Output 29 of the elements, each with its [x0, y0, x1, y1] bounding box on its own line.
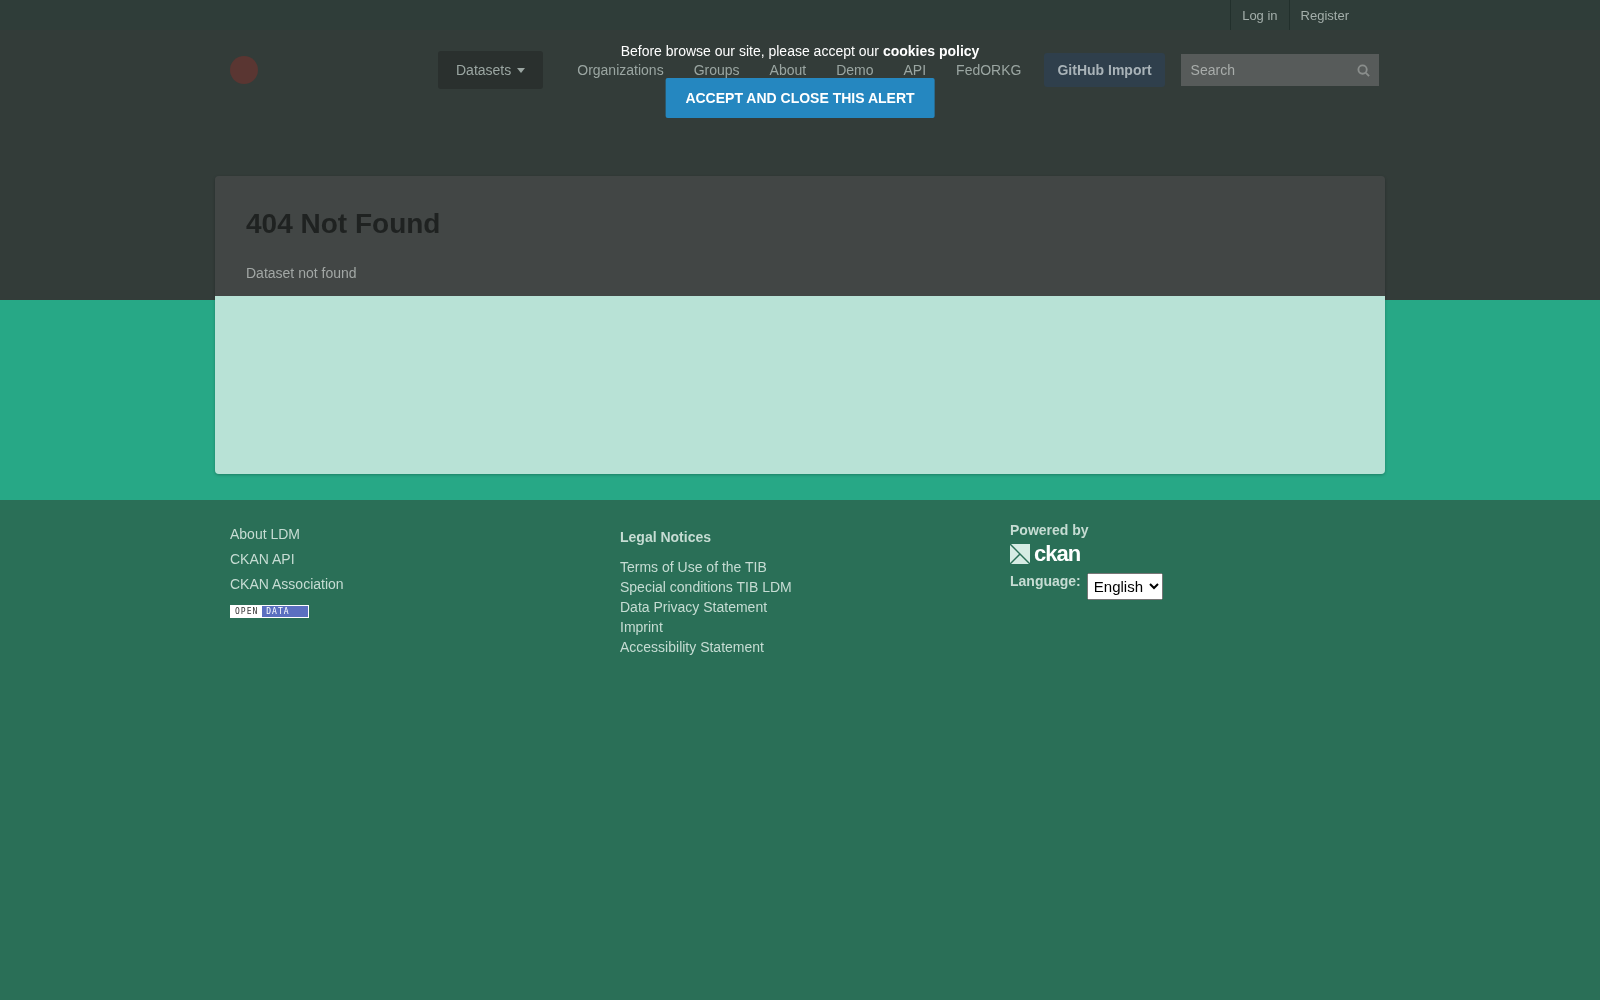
error-message: Dataset not found — [246, 265, 358, 281]
search-field[interactable]: Search — [1180, 54, 1379, 86]
ckan-logo-icon[interactable] — [1010, 544, 1030, 564]
nav-link[interactable]: FedORKG — [956, 62, 1022, 78]
language-select[interactable]: English — [1086, 573, 1163, 600]
caret-icon — [517, 67, 526, 73]
footer-link[interactable]: CKAN Association — [230, 572, 344, 597]
nav-link[interactable]: API — [903, 62, 927, 78]
legal-heading: Legal Notices — [620, 529, 712, 545]
nav-button[interactable]: GitHub Import — [1044, 53, 1165, 87]
legal-link[interactable]: Terms of Use of the TIB — [620, 557, 767, 577]
cookie-message: Before browse our site, please accept our cookies policy — [620, 44, 980, 59]
legal-link[interactable]: Data Privacy Statement — [620, 597, 768, 617]
legal-link[interactable]: Imprint — [620, 617, 663, 637]
accept-button[interactable]: ACCEPT AND CLOSE THIS ALERT — [665, 78, 935, 118]
footer-link[interactable]: About LDM — [230, 522, 301, 547]
nav-link[interactable]: Groups — [693, 62, 740, 78]
logo-icon[interactable] — [230, 56, 258, 84]
nav-link[interactable]: Organizations — [577, 62, 664, 78]
legal-link[interactable]: Accessibility Statement — [620, 637, 764, 657]
footer-link[interactable]: CKAN API — [230, 547, 295, 572]
language-label: Language: — [1010, 573, 1081, 589]
powered-by-label: Powered by — [1010, 522, 1089, 538]
open-data-badge[interactable]: OPEN DATA — [230, 605, 309, 618]
nav-dropdown[interactable]: Datasets — [438, 51, 544, 89]
legal-link[interactable]: Special conditions TIB LDM — [620, 577, 792, 597]
nav-link[interactable]: Demo — [836, 62, 874, 78]
ckan-logo-text[interactable]: ckan — [1034, 541, 1081, 567]
nav-link[interactable]: About — [769, 62, 807, 78]
